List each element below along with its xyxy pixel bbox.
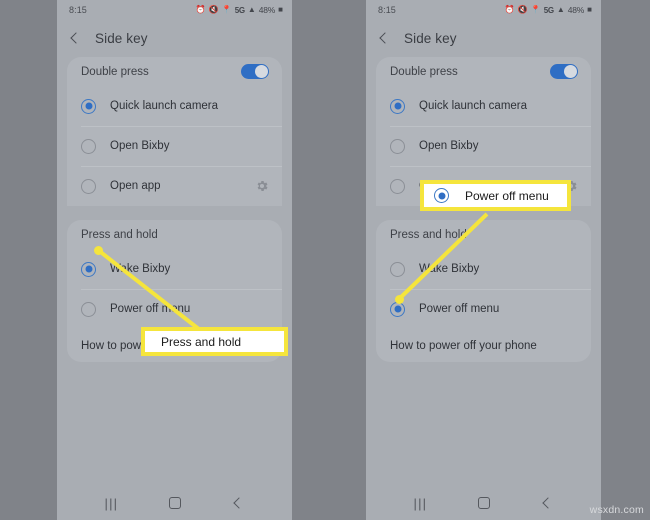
option-label: Open Bixby: [419, 140, 479, 152]
radio-open-bixby[interactable]: [390, 138, 405, 154]
option-row-wake-bixby[interactable]: Wake Bixby: [376, 249, 591, 289]
status-bar: 8:15 ⏰ 🔇 📍 5G ▲ 48% ■: [57, 0, 292, 20]
option-label: Open app: [110, 180, 161, 192]
option-label: Power off menu: [110, 303, 191, 315]
back-chevron-icon[interactable]: [377, 31, 392, 46]
recents-icon[interactable]: |||: [414, 497, 428, 510]
battery-icon: ■: [278, 5, 283, 14]
battery-percent-label: 48%: [567, 5, 585, 15]
radio-open-app[interactable]: [390, 178, 405, 194]
double-press-card: Double press: [67, 57, 282, 86]
mute-icon: 🔇: [517, 5, 528, 14]
app-bar: Side key: [57, 20, 292, 57]
watermark: wsxdn.com: [589, 504, 644, 516]
signal-icon: ▲: [247, 5, 256, 14]
alarm-icon: ⏰: [195, 5, 206, 14]
how-to-power-off-label: How to power off your phone: [81, 339, 228, 352]
status-bar: 8:15 ⏰ 🔇 📍 5G ▲ 48% ■: [366, 0, 601, 20]
toggle-knob: [255, 65, 268, 78]
option-label: Quick launch camera: [419, 100, 528, 112]
status-time: 8:15: [378, 5, 396, 15]
how-to-power-off-label: How to power off your phone: [390, 339, 537, 352]
radio-wake-bixby[interactable]: [390, 261, 405, 277]
phone-screenshot-left: 8:15 ⏰ 🔇 📍 5G ▲ 48% ■ Side key Double pr…: [57, 0, 292, 520]
press-hold-options: Wake Bixby Power off menu: [67, 249, 282, 329]
app-bar: Side key: [366, 20, 601, 57]
double-press-header: Double press: [376, 57, 591, 86]
press-hold-header: Press and hold: [67, 220, 282, 249]
press-hold-card: Press and hold: [376, 220, 591, 249]
how-to-power-off-row[interactable]: How to power off your phone: [376, 329, 591, 362]
radio-open-app[interactable]: [81, 178, 96, 194]
network-type-label: 5G: [234, 5, 245, 15]
double-press-label: Double press: [390, 65, 458, 78]
option-row-wake-bixby[interactable]: Wake Bixby: [67, 249, 282, 289]
option-label: Wake Bixby: [110, 263, 171, 275]
option-label: Quick launch camera: [110, 100, 219, 112]
press-hold-label: Press and hold: [390, 228, 467, 241]
status-icons: ⏰ 🔇 📍 5G ▲ 48% ■: [505, 5, 592, 15]
option-label: Wake Bixby: [419, 263, 480, 275]
radio-power-off-menu[interactable]: [390, 301, 405, 317]
option-label: Power off menu: [419, 303, 500, 315]
option-row-open-bixby[interactable]: Open Bixby: [67, 126, 282, 166]
alarm-icon: ⏰: [504, 5, 515, 14]
option-label: Open app: [419, 180, 470, 192]
back-icon[interactable]: [541, 497, 553, 509]
settings-content-right: Double press Quick launch camera Open Bi…: [366, 57, 601, 362]
back-chevron-icon[interactable]: [68, 31, 83, 46]
double-press-label: Double press: [81, 65, 149, 78]
location-icon: 📍: [221, 5, 232, 14]
radio-open-bixby[interactable]: [81, 138, 96, 154]
nav-bar-left: |||: [57, 486, 292, 520]
option-row-quick-launch-camera[interactable]: Quick launch camera: [67, 86, 282, 126]
page-title: Side key: [404, 31, 457, 46]
gear-icon[interactable]: [255, 179, 269, 193]
page-title: Side key: [95, 31, 148, 46]
press-hold-header: Press and hold: [376, 220, 591, 249]
home-icon[interactable]: [169, 497, 182, 509]
option-row-quick-launch-camera[interactable]: Quick launch camera: [376, 86, 591, 126]
network-type-label: 5G: [543, 5, 554, 15]
double-press-toggle[interactable]: [241, 64, 269, 79]
home-icon[interactable]: [478, 497, 491, 509]
press-hold-label: Press and hold: [81, 228, 158, 241]
settings-content-left: Double press Quick launch camera Open Bi…: [57, 57, 292, 362]
how-to-power-off-row[interactable]: How to power off your phone: [67, 329, 282, 362]
nav-bar-right: |||: [366, 486, 601, 520]
mute-icon: 🔇: [208, 5, 219, 14]
double-press-header: Double press: [67, 57, 282, 86]
signal-icon: ▲: [556, 5, 565, 14]
double-press-card: Double press: [376, 57, 591, 86]
status-icons: ⏰ 🔇 📍 5G ▲ 48% ■: [196, 5, 283, 15]
radio-quick-launch-camera[interactable]: [390, 98, 405, 114]
phone-screenshot-right: 8:15 ⏰ 🔇 📍 5G ▲ 48% ■ Side key Double pr…: [366, 0, 601, 520]
radio-power-off-menu[interactable]: [81, 301, 96, 317]
battery-percent-label: 48%: [258, 5, 276, 15]
double-press-options: Quick launch camera Open Bixby Open app: [376, 86, 591, 206]
press-hold-options: Wake Bixby Power off menu: [376, 249, 591, 329]
double-press-toggle[interactable]: [550, 64, 578, 79]
location-icon: 📍: [530, 5, 541, 14]
option-row-open-bixby[interactable]: Open Bixby: [376, 126, 591, 166]
double-press-options: Quick launch camera Open Bixby Open app: [67, 86, 282, 206]
battery-icon: ■: [587, 5, 592, 14]
toggle-knob: [564, 65, 577, 78]
option-row-open-app[interactable]: Open app: [67, 166, 282, 206]
radio-quick-launch-camera[interactable]: [81, 98, 96, 114]
radio-wake-bixby[interactable]: [81, 261, 96, 277]
status-time: 8:15: [69, 5, 87, 15]
option-row-power-off-menu[interactable]: Power off menu: [67, 289, 282, 329]
option-row-open-app[interactable]: Open app: [376, 166, 591, 206]
press-hold-card: Press and hold: [67, 220, 282, 249]
option-row-power-off-menu[interactable]: Power off menu: [376, 289, 591, 329]
gear-icon[interactable]: [564, 179, 578, 193]
back-icon[interactable]: [232, 497, 244, 509]
recents-icon[interactable]: |||: [105, 497, 119, 510]
option-label: Open Bixby: [110, 140, 170, 152]
